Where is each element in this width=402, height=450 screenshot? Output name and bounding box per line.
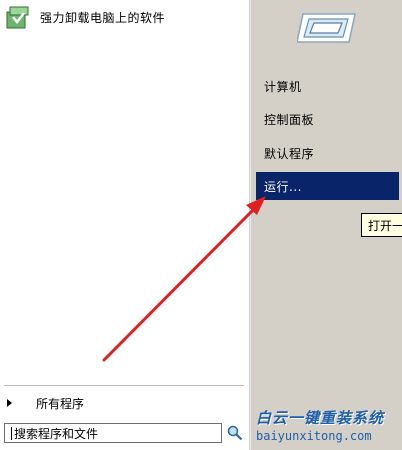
watermark-url: baiyunxitong.com xyxy=(256,429,372,443)
menu-item-label: 默认程序 xyxy=(264,146,315,161)
user-picture[interactable] xyxy=(296,10,357,46)
tooltip-text: 打开一 xyxy=(368,218,402,233)
program-item-uninstaller[interactable]: 强力卸载电脑上的软件 xyxy=(4,2,244,32)
triangle-right-icon xyxy=(7,399,12,407)
menu-item-control-panel[interactable]: 控制面板 xyxy=(256,105,399,133)
menu-item-computer[interactable]: 计算机 xyxy=(256,72,399,100)
search-icon xyxy=(227,425,243,441)
search-placeholder: 搜索程序和文件 xyxy=(14,426,99,441)
menu-item-run[interactable]: 运行... xyxy=(256,172,399,200)
menu-item-label: 运行... xyxy=(264,179,302,194)
separator xyxy=(4,385,244,386)
watermark: 白云一键重装系统 baiyunxitong.com xyxy=(252,405,402,450)
search-button[interactable] xyxy=(225,423,245,443)
menu-item-label: 控制面板 xyxy=(264,112,315,127)
monitor-icon xyxy=(296,13,356,43)
search-input[interactable]: 搜索程序和文件 xyxy=(4,423,222,443)
all-programs-label: 所有程序 xyxy=(36,396,85,411)
program-label: 强力卸载电脑上的软件 xyxy=(40,10,166,25)
programs-pane: 强力卸载电脑上的软件 所有程序 搜索程序和文件 xyxy=(0,0,249,450)
menu-item-default-programs[interactable]: 默认程序 xyxy=(256,139,399,167)
text-caret xyxy=(11,426,12,440)
all-programs-button[interactable]: 所有程序 xyxy=(4,392,244,414)
watermark-title: 白云一键重装系统 xyxy=(256,409,385,427)
menu-item-label: 计算机 xyxy=(264,79,302,94)
tooltip: 打开一 xyxy=(361,213,402,237)
uninstaller-icon xyxy=(4,3,32,31)
